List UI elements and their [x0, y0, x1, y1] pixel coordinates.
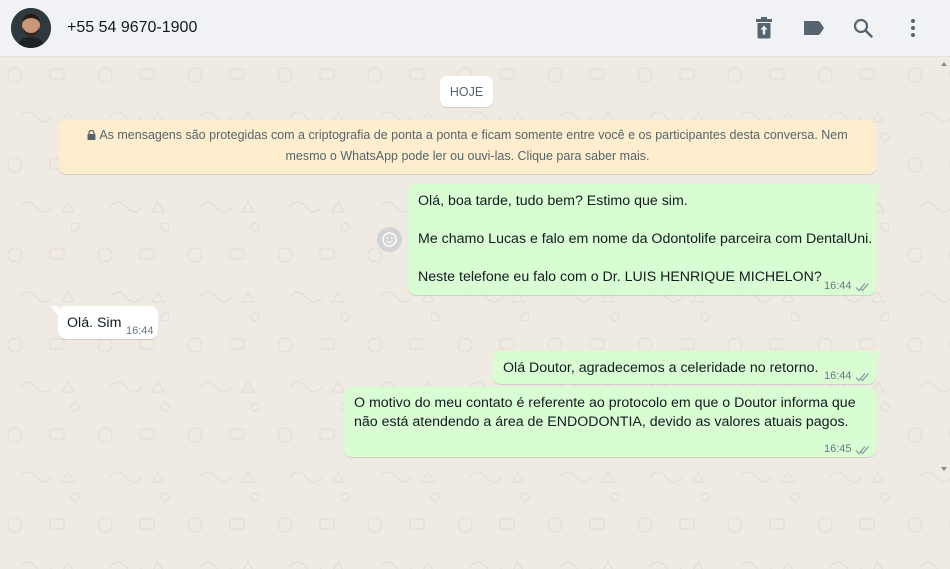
reaction-button[interactable]: [377, 227, 402, 252]
read-ticks-icon: [855, 372, 869, 381]
message-text: Olá, boa tarde, tudo bem? Estimo que sim…: [418, 193, 688, 209]
message-text: não está atendendo a área de ENDODONTIA,…: [354, 414, 849, 430]
message-bubble-outgoing[interactable]: Olá Doutor, agradecemos a celeridade no …: [493, 351, 883, 386]
encryption-line-2: mesmo o WhatsApp pode ler ou ouvi-las. C…: [285, 149, 650, 163]
message-text: Neste telefone eu falo com o Dr. LUIS HE…: [418, 269, 822, 285]
lock-icon: [87, 130, 96, 140]
encryption-line-1: As mensagens são protegidas com a cripto…: [87, 128, 848, 142]
search-icon[interactable]: [850, 15, 876, 41]
message-bubble-outgoing[interactable]: O motivo do meu contato é referente ao p…: [344, 387, 876, 457]
message-time: 16:44: [824, 280, 852, 292]
message-list[interactable]: HOJE As mensagens são protegidas com a c…: [0, 57, 950, 569]
delete-icon[interactable]: [751, 15, 777, 41]
message-text: Olá Doutor, agradecemos a celeridade no …: [503, 360, 819, 376]
emoji-icon: [382, 232, 397, 247]
message-meta: 16:44: [824, 367, 871, 386]
chat-header: +55 54 9670-1900: [0, 0, 950, 57]
encryption-notice[interactable]: As mensagens são protegidas com a cripto…: [59, 120, 876, 174]
bubble-tail: [875, 351, 883, 362]
message-text: O motivo do meu contato é referente ao p…: [354, 395, 856, 411]
message-bubble-incoming[interactable]: Olá. Sim 16:44: [51, 306, 158, 341]
bubble-tail: [875, 184, 883, 195]
message-time: 16:45: [824, 443, 852, 455]
contact-avatar[interactable]: [11, 8, 51, 48]
message-meta: 16:45: [824, 440, 871, 459]
avatar-photo: [11, 8, 51, 48]
message-text: Olá. Sim: [67, 315, 122, 331]
message-text: Me chamo Lucas e falo em nome da Odontol…: [418, 231, 873, 247]
message-meta: 16:44: [824, 277, 871, 296]
scroll-up-arrow[interactable]: [941, 62, 947, 66]
message-meta: 16:44: [126, 322, 154, 341]
message-bubble-outgoing[interactable]: Olá, boa tarde, tudo bem? Estimo que sim…: [408, 184, 883, 296]
date-divider: HOJE: [440, 76, 493, 107]
read-ticks-icon: [855, 282, 869, 291]
label-icon[interactable]: [801, 15, 827, 41]
contact-name[interactable]: +55 54 9670-1900: [67, 19, 197, 37]
scroll-down-arrow[interactable]: [941, 467, 947, 471]
read-ticks-icon: [855, 445, 869, 454]
message-time: 16:44: [126, 325, 154, 337]
bubble-tail: [51, 306, 59, 317]
message-time: 16:44: [824, 370, 852, 382]
menu-icon[interactable]: [900, 15, 926, 41]
